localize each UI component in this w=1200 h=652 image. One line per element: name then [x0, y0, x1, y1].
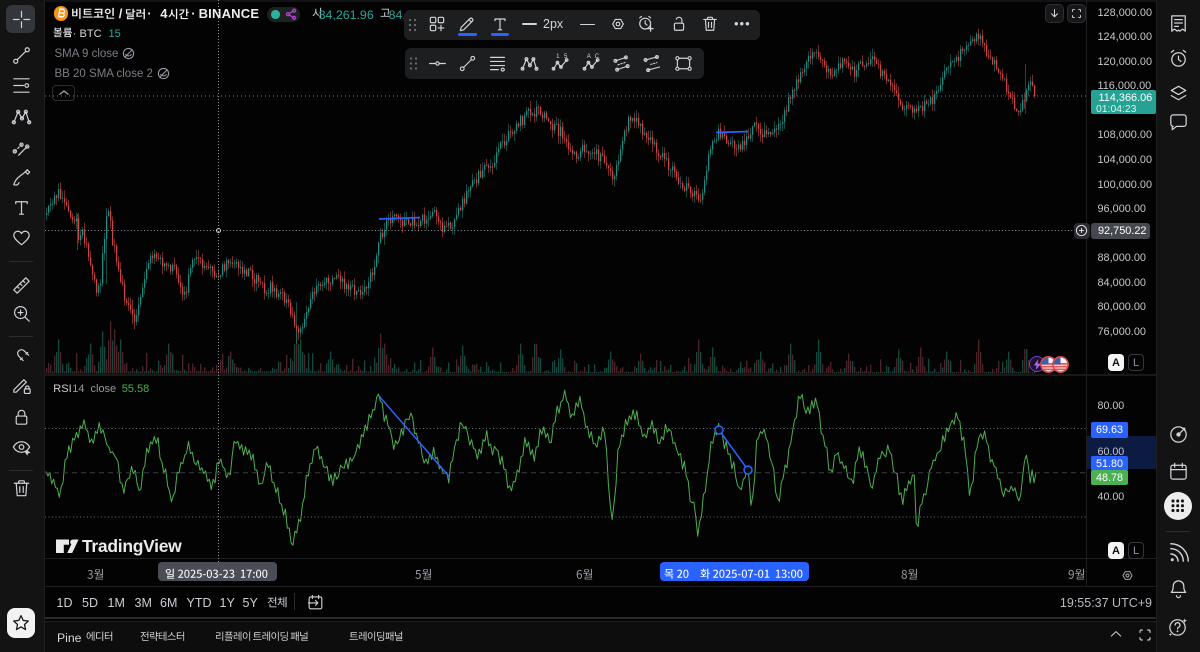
svg-text:TradingView: TradingView: [82, 536, 182, 556]
svg-text:C: C: [594, 53, 599, 60]
svg-text:5: 5: [564, 53, 568, 60]
svg-text:A: A: [586, 53, 591, 60]
svg-text:1: 1: [556, 53, 560, 60]
